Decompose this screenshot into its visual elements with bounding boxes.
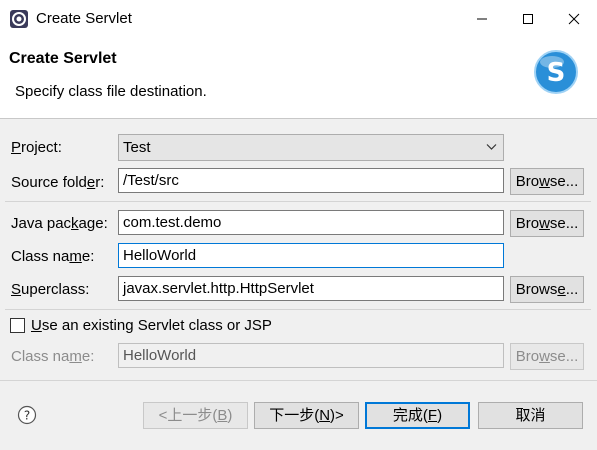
back-button: <上一步(B) [143,402,248,429]
footer-separator [0,380,597,381]
java-package-field[interactable]: com.test.demo [118,210,504,235]
cancel-button[interactable]: 取消 [478,402,583,429]
superclass-browse-button[interactable]: Browse... [510,276,584,303]
project-label: Project: [11,139,62,156]
eclipse-icon [10,10,28,28]
close-icon [568,13,580,25]
banner-description: Specify class file destination. [15,83,207,100]
minimize-button[interactable] [459,0,505,38]
project-value: Test [123,139,151,156]
superclass-field[interactable]: javax.servlet.http.HttpServlet [118,276,504,301]
window-title: Create Servlet [36,10,132,27]
next-button[interactable]: 下一步(N)> [254,402,359,429]
existing-class-name-field: HelloWorld [118,343,504,368]
title-bar: Create Servlet [0,0,597,39]
close-button[interactable] [551,0,597,38]
maximize-icon [523,14,533,24]
separator [5,309,591,310]
maximize-button[interactable] [505,0,551,38]
project-combo[interactable]: Test [118,134,504,161]
minimize-icon [477,18,487,20]
source-folder-browse-button[interactable]: Browse... [510,168,584,195]
wizard-banner: Create Servlet Specify class file destin… [0,38,597,119]
java-package-label: Java package: [11,215,108,232]
servlet-logo-icon: S [534,50,578,94]
banner-title: Create Servlet [9,50,117,67]
svg-text:?: ? [24,409,30,423]
superclass-label: Superclass: [11,281,90,298]
java-package-browse-button[interactable]: Browse... [510,210,584,237]
use-existing-checkbox[interactable] [10,318,25,333]
source-folder-field[interactable]: /Test/src [118,168,504,193]
existing-class-browse-button: Browse... [510,343,584,370]
chevron-down-icon [486,144,497,150]
class-name-field[interactable]: HelloWorld [118,243,504,268]
existing-class-name-label: Class name: [11,348,95,365]
use-existing-label[interactable]: Use an existing Servlet class or JSP [31,316,272,336]
finish-button[interactable]: 完成(F) [365,402,470,429]
source-folder-label: Source folder: [11,174,105,191]
class-name-label: Class name: [11,248,95,265]
help-icon[interactable]: ? [17,405,37,425]
separator [5,201,591,202]
svg-text:S: S [547,58,566,88]
